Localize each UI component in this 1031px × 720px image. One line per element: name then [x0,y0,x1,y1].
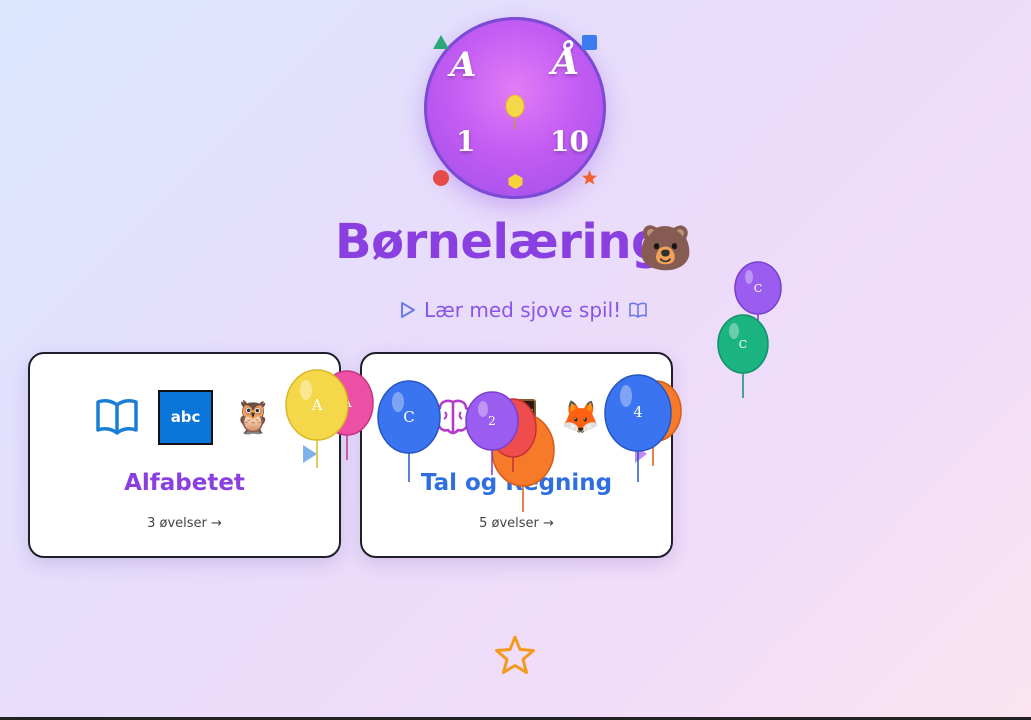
balloon[interactable]: A [284,368,350,470]
logo-number-10: 10 [550,125,589,158]
balloon[interactable]: 4 [603,374,673,484]
logo-letter-a: A [450,45,477,85]
balloon-label: 4 [633,403,643,421]
owl-icon: 🦉 [233,398,273,436]
balloon[interactable]: 2 [464,391,520,477]
balloon-label: 2 [488,414,496,428]
logo-letter-aa: Å [552,41,580,83]
circle-icon [433,170,449,186]
exercise-count[interactable]: 5 øvelser → [362,516,671,531]
triangle-icon [433,35,449,49]
open-book-icon [96,399,138,435]
play-icon [401,302,415,318]
card-title: Alfabetet [124,470,245,496]
logo-balloon-icon [505,95,525,129]
hexagon-icon [508,174,523,189]
square-icon [582,35,597,50]
logo-number-1: 1 [456,125,476,158]
bear-emoji-icon: 🐻 [638,223,693,274]
subtitle: Lær med sjove spil! [400,296,647,324]
app-logo: A Å 1 10 [424,17,606,199]
page-title: Børnelæring [335,214,665,270]
balloon[interactable]: C [376,380,442,484]
balloon[interactable]: C [716,314,772,400]
star-shape-icon [582,170,597,185]
fox-icon: 🦊 [560,398,601,436]
star-icon[interactable] [494,634,536,676]
balloon-label: C [403,408,414,426]
abc-icon: abc [158,389,214,445]
balloon-label: C [754,282,762,295]
book-icon [629,302,647,318]
subtitle-text: Lær med sjove spil! [424,298,622,322]
exercise-count[interactable]: 3 øvelser → [30,516,339,531]
balloon-label: C [739,338,747,351]
balloon-label: A [311,396,323,414]
